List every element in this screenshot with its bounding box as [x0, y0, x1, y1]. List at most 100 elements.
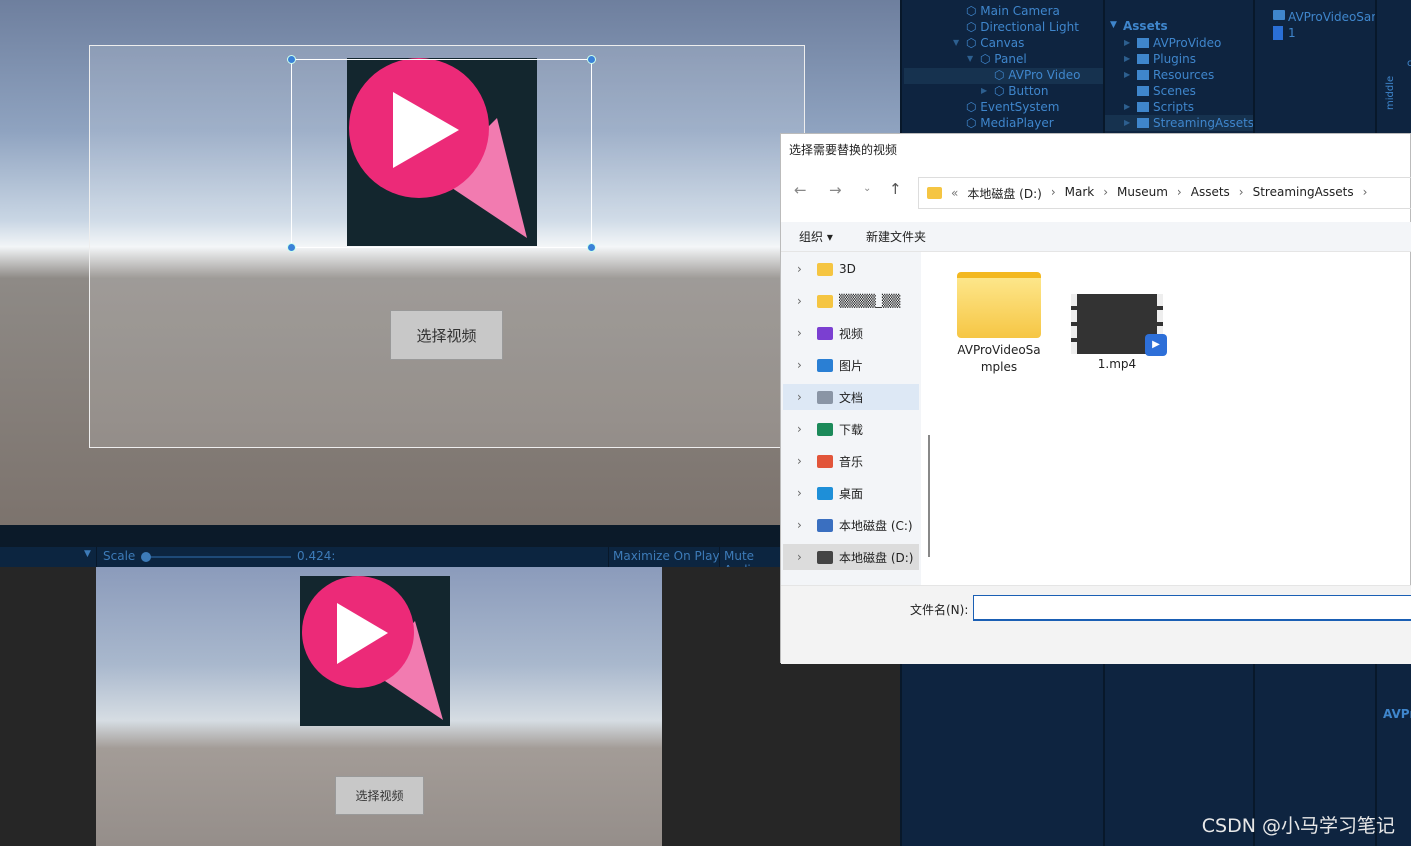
folder-icon: [817, 294, 833, 308]
chevron-right-icon[interactable]: ›: [1363, 185, 1368, 202]
file-name: AVProVideoSamples: [957, 343, 1041, 374]
divider: [0, 525, 900, 547]
folder-icon: [957, 272, 1041, 338]
video-icon: [817, 326, 833, 340]
breadcrumb-item[interactable]: 本地磁盘 (D:): [967, 185, 1041, 202]
rect-transform-selection[interactable]: [287, 55, 596, 252]
drive-icon: [817, 518, 833, 532]
nav-item[interactable]: › 文档: [783, 384, 919, 410]
breadcrumb-item[interactable]: Mark: [1065, 185, 1095, 202]
folder-icon: [1137, 86, 1149, 96]
breadcrumb-item[interactable]: Museum: [1117, 185, 1168, 202]
nav-label: ▒▒▒▒_▒▒: [839, 294, 901, 308]
file-list: AVProVideoSamples ▶ 1.mp4: [936, 252, 1411, 585]
project-folder[interactable]: AVProVideo: [1153, 36, 1221, 50]
inspector-text: ce: [1407, 58, 1411, 69]
chevron-right-icon[interactable]: ›: [1051, 185, 1056, 202]
game-video-image: [300, 576, 450, 726]
breadcrumb-item[interactable]: StreamingAssets: [1253, 185, 1354, 202]
folder-icon: [1137, 70, 1149, 80]
nav-label: 本地磁盘 (C:): [839, 518, 913, 533]
select-video-button[interactable]: 选择视频: [390, 310, 503, 360]
scale-slider-handle[interactable]: [141, 552, 151, 562]
scale-value: 0.424:: [297, 549, 336, 563]
folder-icon: [1137, 38, 1149, 48]
video-file-icon: [1273, 26, 1283, 40]
anchor-label: middle: [1385, 75, 1396, 110]
assets-root[interactable]: Assets: [1123, 19, 1168, 33]
project-folder[interactable]: StreamingAssets: [1153, 116, 1254, 130]
recent-dropdown[interactable]: ⌄: [863, 183, 871, 194]
nav-item[interactable]: › 音乐: [783, 448, 919, 474]
desktop-icon: [817, 486, 833, 500]
filename-input[interactable]: [973, 595, 1411, 621]
up-button[interactable]: ↑: [889, 180, 902, 198]
address-bar[interactable]: «本地磁盘 (D:) › Mark › Museum › Assets › StreamingA…: [918, 177, 1411, 209]
nav-item[interactable]: › 本地磁盘 (D:): [783, 544, 919, 570]
file-item-folder[interactable]: AVProVideoSamples: [954, 272, 1044, 376]
chevron-right-icon[interactable]: ›: [1177, 185, 1182, 202]
nav-item[interactable]: › 下载: [783, 416, 919, 442]
hierarchy-item[interactable]: ⬡ EventSystem: [966, 100, 1059, 114]
folder-icon: [1137, 118, 1149, 128]
chevron-right-icon[interactable]: ›: [1239, 185, 1244, 202]
file-item-video[interactable]: ▶ 1.mp4: [1068, 294, 1167, 371]
file-avprovideosamples[interactable]: AVProVideoSar: [1288, 10, 1376, 24]
scene-view[interactable]: 选择视频: [0, 0, 900, 525]
download-icon: [817, 422, 833, 436]
nav-scrollbar[interactable]: [928, 435, 930, 557]
file-name: 1.mp4: [1097, 357, 1137, 371]
file-open-dialog: 选择需要替换的视频 ← → ⌄ ↑ «本地磁盘 (D:) › Mark › Museum…: [780, 133, 1411, 664]
back-button[interactable]: ←: [794, 181, 807, 199]
inspector-component: AVPr: [1383, 707, 1411, 721]
file-1[interactable]: 1: [1288, 26, 1296, 40]
watermark: CSDN @小马学习笔记: [1201, 815, 1395, 837]
mute-audio-toggle[interactable]: Mute Audi: [719, 547, 780, 577]
project-folder[interactable]: Scenes: [1153, 84, 1196, 98]
nav-label: 本地磁盘 (D:): [839, 550, 914, 565]
hierarchy-item[interactable]: ⬡ MediaPlayer: [966, 116, 1054, 130]
maximize-on-play-toggle[interactable]: Maximize On Play: [608, 547, 724, 567]
nav-label: 3D: [839, 262, 856, 276]
nav-label: 桌面: [839, 486, 864, 501]
nav-item[interactable]: › 桌面: [783, 480, 919, 506]
project-folder[interactable]: Resources: [1153, 68, 1214, 82]
scale-label: Scale: [103, 549, 136, 563]
hierarchy-item[interactable]: ⬡ Canvas: [966, 36, 1024, 50]
project-folder[interactable]: Plugins: [1153, 52, 1196, 66]
folder-icon: [1137, 102, 1149, 112]
dropdown-icon[interactable]: ▼: [84, 549, 91, 559]
dialog-title: 选择需要替换的视频: [789, 143, 898, 157]
nav-item[interactable]: › 3D: [783, 256, 919, 282]
folder-icon: [927, 187, 942, 199]
video-thumbnail-icon: ▶: [1071, 294, 1167, 356]
hierarchy-item[interactable]: ⬡ Main Camera: [966, 4, 1060, 18]
forward-button[interactable]: →: [829, 181, 842, 199]
organize-menu[interactable]: 组织 ▾: [799, 228, 833, 245]
hierarchy-item[interactable]: ⬡ Panel: [980, 52, 1027, 66]
chevron-right-icon[interactable]: ›: [1103, 185, 1108, 202]
folder-icon: [817, 262, 833, 276]
nav-label: 视频: [839, 326, 864, 341]
game-select-video-button[interactable]: 选择视频: [335, 776, 424, 815]
nav-label: 音乐: [839, 454, 864, 469]
play-icon: [302, 576, 443, 720]
new-folder-button[interactable]: 新建文件夹: [866, 228, 926, 245]
nav-label: 文档: [839, 390, 864, 405]
picture-icon: [817, 358, 833, 372]
nav-item[interactable]: › 本地磁盘 (C:): [783, 512, 919, 538]
hierarchy-item[interactable]: ⬡ AVPro Video: [994, 68, 1080, 82]
nav-item[interactable]: › 视频: [783, 320, 919, 346]
scale-slider[interactable]: [146, 556, 291, 558]
breadcrumb-item[interactable]: Assets: [1191, 185, 1230, 202]
hierarchy-item[interactable]: ⬡ Directional Light: [966, 20, 1079, 34]
game-area: 选择视频: [96, 567, 662, 846]
hierarchy-item[interactable]: ⬡ Button: [994, 84, 1049, 98]
nav-item[interactable]: › ▒▒▒▒_▒▒: [783, 288, 919, 314]
folder-icon: [1137, 54, 1149, 64]
filename-label: 文件名(N):: [910, 603, 969, 617]
game-toolbar: ▼ Scale 0.424: Maximize On Play Mute Aud…: [0, 547, 780, 577]
drive-icon: [817, 550, 833, 564]
nav-item[interactable]: › 图片: [783, 352, 919, 378]
project-folder[interactable]: Scripts: [1153, 100, 1194, 114]
